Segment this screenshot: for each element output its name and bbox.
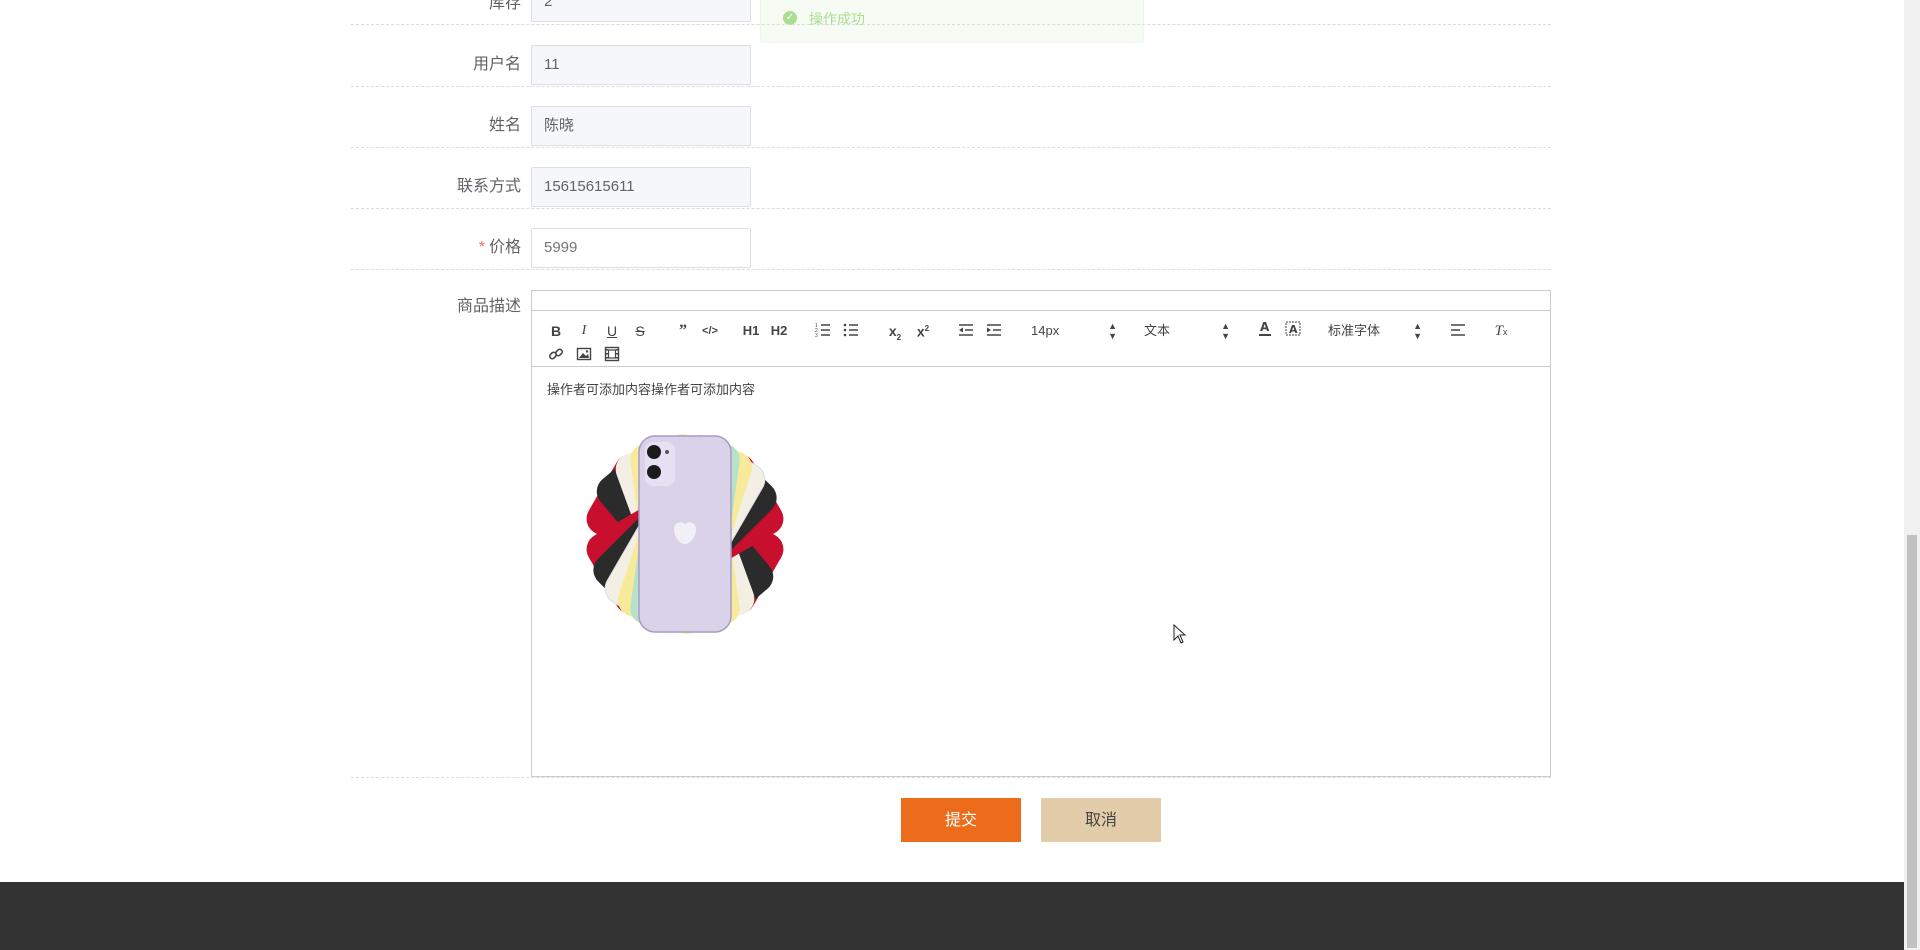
video-icon[interactable]: [603, 345, 621, 365]
form-row-contact: 联系方式 15615615611: [351, 147, 1551, 209]
font-select-value: 标准字体: [1328, 323, 1381, 338]
ordered-list-icon[interactable]: 123: [814, 321, 832, 341]
text-color-icon[interactable]: A: [1256, 319, 1274, 339]
subscript-icon[interactable]: x2: [886, 321, 904, 342]
submit-button[interactable]: 提交: [901, 798, 1021, 842]
header-2-button[interactable]: H2: [770, 321, 788, 341]
bullet-list-icon[interactable]: [842, 321, 860, 341]
svg-text:A: A: [1260, 320, 1270, 334]
username-label: 用户名: [472, 56, 521, 73]
username-input[interactable]: 11: [531, 45, 751, 85]
select-caret-icon: ▲ ▼: [1108, 321, 1117, 341]
page: ✓ 操作成功 库存 2 用户名 11 姓名 陈晓 联系方式 1561561561…: [0, 0, 1904, 950]
price-label-text: 价格: [488, 239, 521, 256]
form-row-price: * 价格 5999: [351, 208, 1551, 270]
align-left-icon[interactable]: [1449, 321, 1467, 341]
svg-text:3: 3: [815, 333, 818, 338]
price-label: * 价格: [351, 228, 521, 268]
form-row-stock: 库存 2: [351, 0, 1551, 25]
contact-label: 联系方式: [456, 178, 521, 195]
size-select[interactable]: 14px ▲ ▼: [1031, 321, 1117, 341]
header-select-value: 文本: [1144, 323, 1171, 338]
indent-icon[interactable]: [985, 321, 1003, 341]
header-1-button[interactable]: H1: [742, 321, 760, 341]
header-select[interactable]: 文本 ▲ ▼: [1144, 321, 1230, 341]
blockquote-icon[interactable]: ”: [674, 321, 692, 341]
vertical-scrollbar[interactable]: [1904, 0, 1920, 950]
cancel-button[interactable]: 取消: [1041, 798, 1161, 842]
strike-button[interactable]: S: [631, 321, 649, 341]
image-icon[interactable]: [575, 345, 593, 365]
scrollbar-thumb[interactable]: [1907, 535, 1917, 948]
editor-content[interactable]: 操作者可添加内容操作者可添加内容: [532, 367, 1550, 776]
font-select[interactable]: 标准字体 ▲ ▼: [1328, 321, 1422, 341]
mouse-cursor-icon: [1173, 624, 1187, 644]
footer: [0, 882, 1904, 950]
bold-button[interactable]: B: [547, 321, 565, 341]
link-icon[interactable]: [547, 345, 565, 365]
superscript-icon[interactable]: x2: [914, 319, 932, 340]
price-input[interactable]: 5999: [531, 228, 751, 268]
svg-text:A: A: [1289, 323, 1298, 336]
select-caret-icon: ▲ ▼: [1221, 321, 1230, 341]
background-color-icon[interactable]: A: [1284, 319, 1302, 339]
rich-text-editor: B I U S ” </> H1 H2 123 x2 x2 14px ▲ ▼ 文…: [531, 290, 1551, 777]
form-row-name: 姓名 陈晓: [351, 86, 1551, 148]
contact-input[interactable]: 15615615611: [531, 167, 751, 207]
code-block-icon[interactable]: </>: [701, 321, 719, 341]
outdent-icon[interactable]: [957, 321, 975, 341]
editor-top-strip: [532, 291, 1550, 311]
editor-paragraph: 操作者可添加内容操作者可添加内容: [547, 382, 756, 397]
stock-label: 库存: [488, 0, 521, 12]
underline-button[interactable]: U: [603, 321, 621, 341]
form-row-username: 用户名 11: [351, 25, 1551, 87]
clear-format-icon[interactable]: Tx: [1492, 321, 1510, 341]
stock-input[interactable]: 2: [531, 0, 751, 22]
name-label: 姓名: [488, 117, 521, 134]
italic-button[interactable]: I: [575, 321, 593, 341]
size-select-value: 14px: [1031, 323, 1060, 338]
product-image: [586, 434, 784, 634]
editor-toolbar: B I U S ” </> H1 H2 123 x2 x2 14px ▲ ▼ 文…: [532, 311, 1550, 367]
select-caret-icon: ▲ ▼: [1413, 321, 1422, 341]
name-input[interactable]: 陈晓: [531, 106, 751, 146]
required-mark: *: [478, 239, 485, 256]
description-label: 商品描述: [456, 298, 521, 315]
